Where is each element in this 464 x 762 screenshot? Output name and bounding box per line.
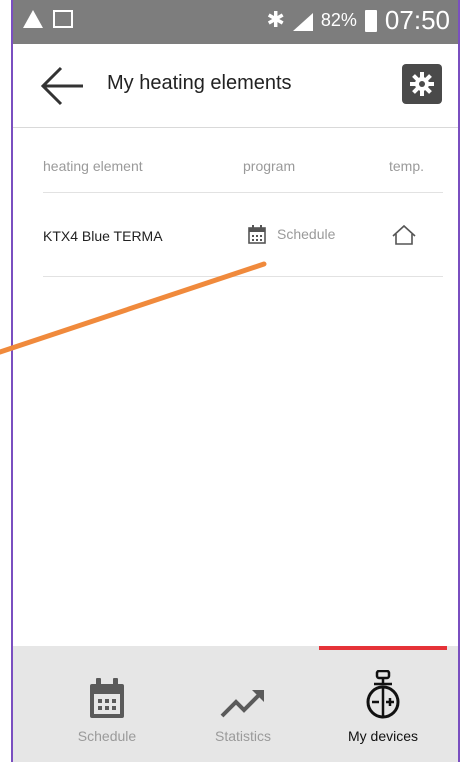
calendar-icon <box>248 225 266 244</box>
status-bar-left <box>23 10 73 28</box>
status-bar-right: ✱ 82% 07:50 <box>266 6 450 34</box>
program-label: Schedule <box>277 226 336 242</box>
clock: 07:50 <box>384 5 450 35</box>
settings-button[interactable] <box>402 64 442 104</box>
battery-percent: 82% <box>320 10 357 30</box>
column-header-program: program <box>243 158 296 174</box>
table-row[interactable]: KTX4 Blue TERMA Schedule <box>43 192 443 277</box>
temp-cell[interactable] <box>391 224 417 251</box>
gear-icon <box>410 72 434 96</box>
device-thermostat-icon <box>366 670 400 719</box>
column-header-heating-element: heating element <box>43 158 143 174</box>
nav-label-my-devices: My devices <box>347 728 419 744</box>
heating-element-name: KTX4 Blue TERMA <box>43 228 163 244</box>
image-icon <box>53 10 73 28</box>
active-tab-indicator <box>319 646 447 650</box>
program-cell[interactable]: Schedule <box>247 224 335 244</box>
calendar-icon <box>90 678 124 718</box>
battery-icon <box>364 10 377 32</box>
table-header: heating element program temp. <box>43 158 443 193</box>
bluetooth-icon: ✱ <box>266 7 285 32</box>
back-button[interactable] <box>39 64 85 108</box>
bottom-navigation: Schedule Statistics My devices <box>13 646 458 762</box>
status-bar: ✱ 82% 07:50 <box>13 0 458 44</box>
trend-up-icon <box>220 690 264 718</box>
arrow-left-icon <box>40 66 83 106</box>
nav-item-statistics[interactable]: Statistics <box>179 674 307 744</box>
nav-item-schedule[interactable]: Schedule <box>43 674 171 744</box>
signal-icon <box>292 13 313 31</box>
warning-icon <box>23 10 43 28</box>
nav-label-statistics: Statistics <box>214 728 271 744</box>
nav-item-my-devices[interactable]: My devices <box>319 670 447 744</box>
nav-label-schedule: Schedule <box>77 728 137 744</box>
app-frame: ✱ 82% 07:50 My heating elements heating … <box>11 0 460 762</box>
home-outline-icon <box>392 224 416 245</box>
column-header-temp: temp. <box>389 158 425 174</box>
app-bar: My heating elements <box>13 44 458 128</box>
page-title: My heating elements <box>107 72 292 94</box>
